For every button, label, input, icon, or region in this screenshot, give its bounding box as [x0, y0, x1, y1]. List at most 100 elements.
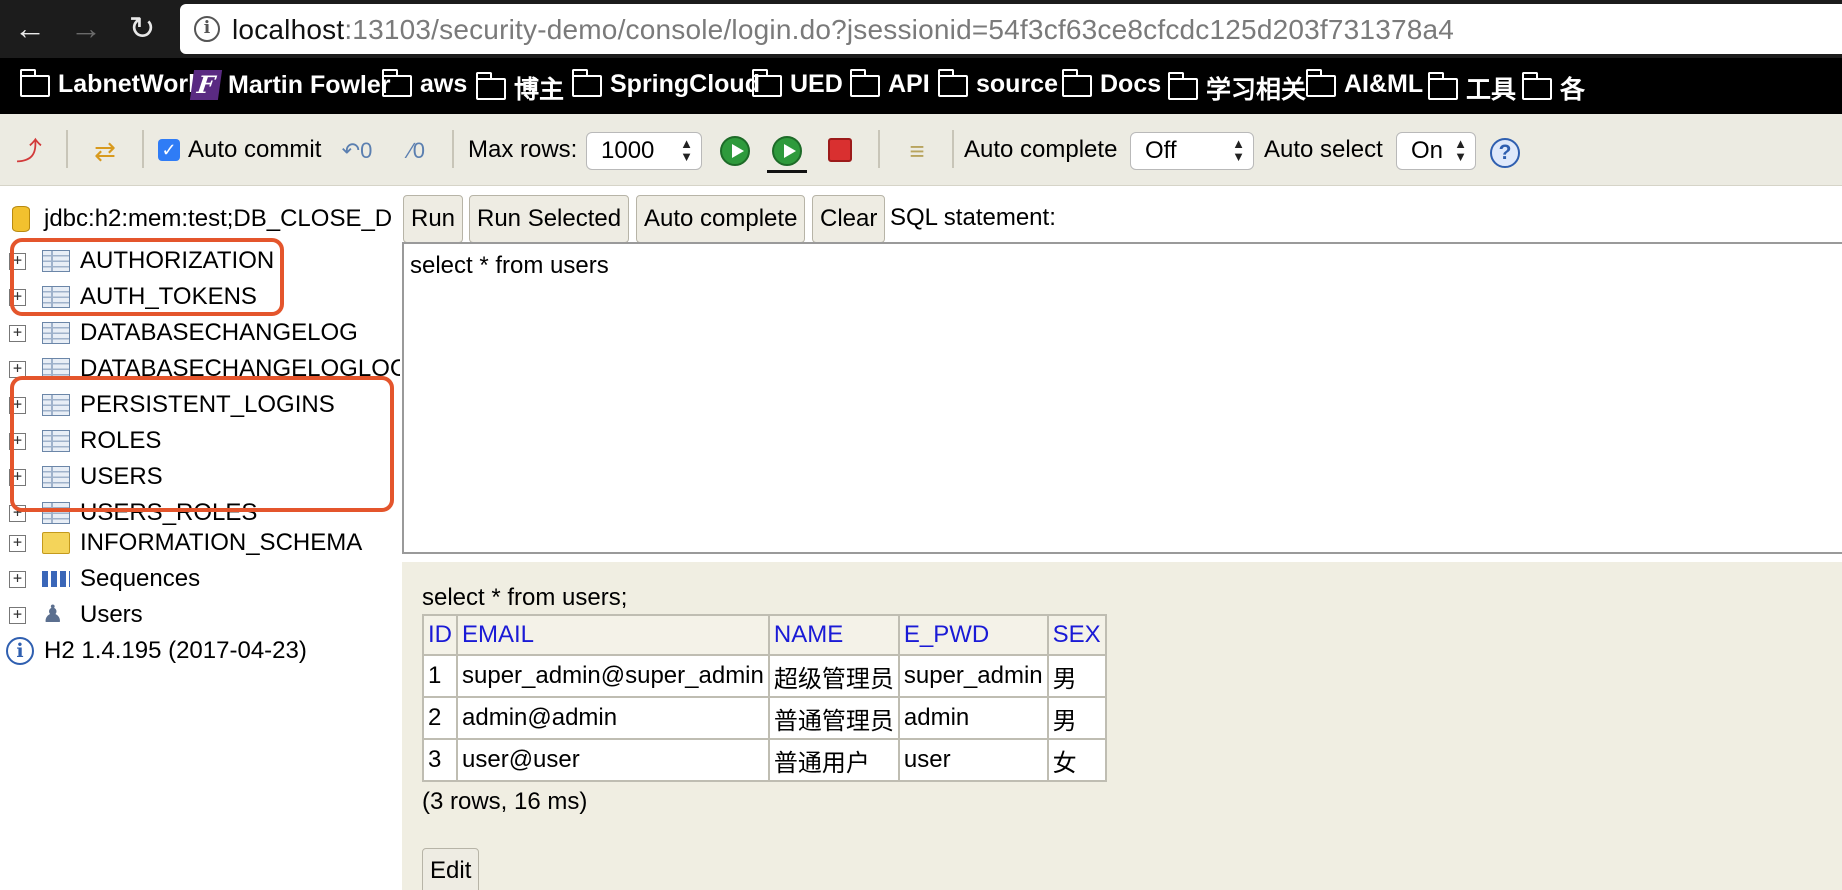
bookmark-label: AI&ML: [1344, 70, 1424, 98]
run-selected-button[interactable]: Run Selected: [469, 195, 630, 243]
folder-icon: [751, 68, 782, 97]
refresh-icon[interactable]: ⇄: [88, 134, 122, 168]
commit-icon[interactable]: ∕0: [400, 134, 434, 168]
auto-select-value: On: [1411, 137, 1444, 164]
column-header[interactable]: EMAIL: [456, 614, 770, 656]
bookmark-label: 工具: [1466, 76, 1517, 104]
folder-icon: [42, 532, 70, 554]
table-cell: user: [897, 738, 1049, 782]
expand-icon[interactable]: +: [9, 534, 26, 552]
result-table: ID EMAIL NAME E_PWD SEX 1 super_admin@super_a…: [422, 614, 1107, 782]
bookmark-item[interactable]: API: [849, 68, 930, 99]
bookmark-item[interactable]: 各: [1521, 70, 1585, 106]
url-host: localhost: [232, 14, 345, 45]
version-label: H2 1.4.195 (2017-04-23): [44, 637, 307, 664]
bookmark-item[interactable]: AI&ML: [1305, 68, 1424, 99]
table-cell: 女: [1046, 738, 1107, 782]
auto-commit-toggle[interactable]: ✓ Auto commit: [158, 132, 321, 168]
auto-select-label: Auto select: [1264, 136, 1383, 163]
disconnect-icon[interactable]: ⤴: [12, 134, 46, 168]
history-icon[interactable]: ≡: [900, 134, 934, 168]
sequences-icon: [42, 571, 70, 587]
execute-icon[interactable]: [720, 136, 750, 166]
tree-node-label: DATABASECHANGELOG: [80, 319, 358, 346]
bookmark-item[interactable]: 博主: [475, 70, 565, 106]
bookmark-label: SpringCloud: [610, 70, 760, 98]
expand-icon[interactable]: +: [9, 360, 26, 378]
back-arrow-icon[interactable]: ←: [8, 6, 52, 50]
bookmark-item[interactable]: Docs: [1061, 68, 1162, 99]
table-cell: 普通管理员: [767, 696, 900, 740]
select-arrows-icon: ▲ ▼: [680, 136, 693, 164]
folder-icon: [1305, 68, 1336, 97]
url-bar[interactable]: i localhost:13103/security-demo/console/…: [180, 4, 1842, 54]
forward-arrow-icon[interactable]: →: [64, 6, 108, 50]
expand-icon[interactable]: +: [9, 324, 26, 342]
highlight-box: [10, 238, 284, 316]
bookmark-label: aws: [420, 70, 468, 98]
run-button[interactable]: Run: [403, 195, 464, 243]
table-cell: 2: [422, 696, 458, 740]
auto-select-select[interactable]: On ▲ ▼: [1396, 132, 1476, 170]
site-info-icon[interactable]: i: [194, 16, 220, 42]
execute-selected-icon[interactable]: [772, 136, 802, 166]
table-cell: 男: [1046, 654, 1107, 698]
bookmark-label: Martin Fowler: [228, 70, 391, 99]
table-cell: 超级管理员: [767, 654, 900, 698]
edit-button[interactable]: Edit: [422, 848, 480, 890]
highlight-box: [10, 376, 394, 512]
table-cell: 3: [422, 738, 458, 782]
stop-icon[interactable]: [828, 138, 852, 162]
help-icon[interactable]: ?: [1490, 138, 1520, 168]
table-row: 2 admin@admin 普通管理员 admin 男: [422, 696, 1107, 740]
bookmark-label: Docs: [1100, 70, 1162, 98]
connection-label: jdbc:h2:mem:test;DB_CLOSE_D: [44, 205, 393, 232]
bookmark-label: LabnetWork: [58, 70, 202, 98]
table-row: 3 user@user 普通用户 user 女: [422, 738, 1107, 782]
column-header[interactable]: E_PWD: [897, 614, 1049, 656]
result-panel: select * from users; ID EMAIL NAME E_PWD SEX…: [402, 562, 1842, 890]
expand-icon[interactable]: +: [9, 570, 26, 588]
bookmark-item[interactable]: source: [937, 68, 1058, 99]
sql-editor-text[interactable]: select * from users: [410, 252, 609, 280]
folder-icon: [1167, 72, 1198, 100]
expand-icon[interactable]: +: [9, 606, 26, 624]
folder-icon: [937, 68, 968, 97]
max-rows-label: Max rows:: [468, 136, 578, 163]
reload-icon[interactable]: ↻: [120, 6, 164, 50]
bookmark-item[interactable]: 学习相关: [1167, 70, 1307, 106]
bookmark-label: 博主: [514, 76, 565, 104]
column-header[interactable]: SEX: [1046, 614, 1107, 656]
folder-icon: [1521, 72, 1552, 100]
bookmark-item[interactable]: aws: [381, 68, 468, 99]
bookmark-label: UED: [790, 70, 843, 98]
tree-node-label: INFORMATION_SCHEMA: [80, 529, 363, 556]
max-rows-select[interactable]: 1000 ▲ ▼: [586, 132, 702, 170]
auto-complete-select[interactable]: Off ▲ ▼: [1130, 132, 1254, 170]
info-icon: i: [6, 637, 34, 665]
users-icon: ♟: [42, 601, 64, 628]
bookmark-item[interactable]: 工具: [1427, 70, 1517, 106]
column-header[interactable]: ID: [422, 614, 458, 656]
bookmark-item[interactable]: SpringCloud: [571, 68, 760, 99]
url-text[interactable]: localhost:13103/security-demo/console/lo…: [232, 14, 1454, 46]
clear-button[interactable]: Clear: [812, 195, 886, 243]
folder-icon: [19, 68, 50, 97]
bookmark-item[interactable]: UED: [751, 68, 843, 99]
rollback-icon[interactable]: ↶0: [340, 134, 374, 168]
folder-icon: [849, 68, 880, 97]
martin-fowler-favicon: F: [189, 70, 223, 100]
column-header[interactable]: NAME: [767, 614, 900, 656]
bookmark-item[interactable]: LabnetWork: [19, 68, 202, 99]
sql-editor[interactable]: select * from users: [402, 242, 1842, 554]
bookmark-label: 学习相关: [1206, 76, 1307, 104]
bookmarks-bar: LabnetWork F Martin Fowler aws 博主 SpringCloud…: [0, 58, 1842, 114]
select-arrows-icon: ▲ ▼: [1232, 136, 1245, 164]
auto-complete-button[interactable]: Auto complete: [636, 195, 806, 243]
max-rows-value: 1000: [601, 137, 655, 164]
browser-address-row: ← → ↻ i localhost:13103/security-demo/co…: [0, 0, 1842, 58]
auto-commit-checkbox[interactable]: ✓: [158, 139, 180, 161]
bookmark-item[interactable]: F Martin Fowler: [189, 70, 391, 100]
table-cell: 普通用户: [767, 738, 900, 782]
toolbar-separator: [142, 130, 144, 168]
